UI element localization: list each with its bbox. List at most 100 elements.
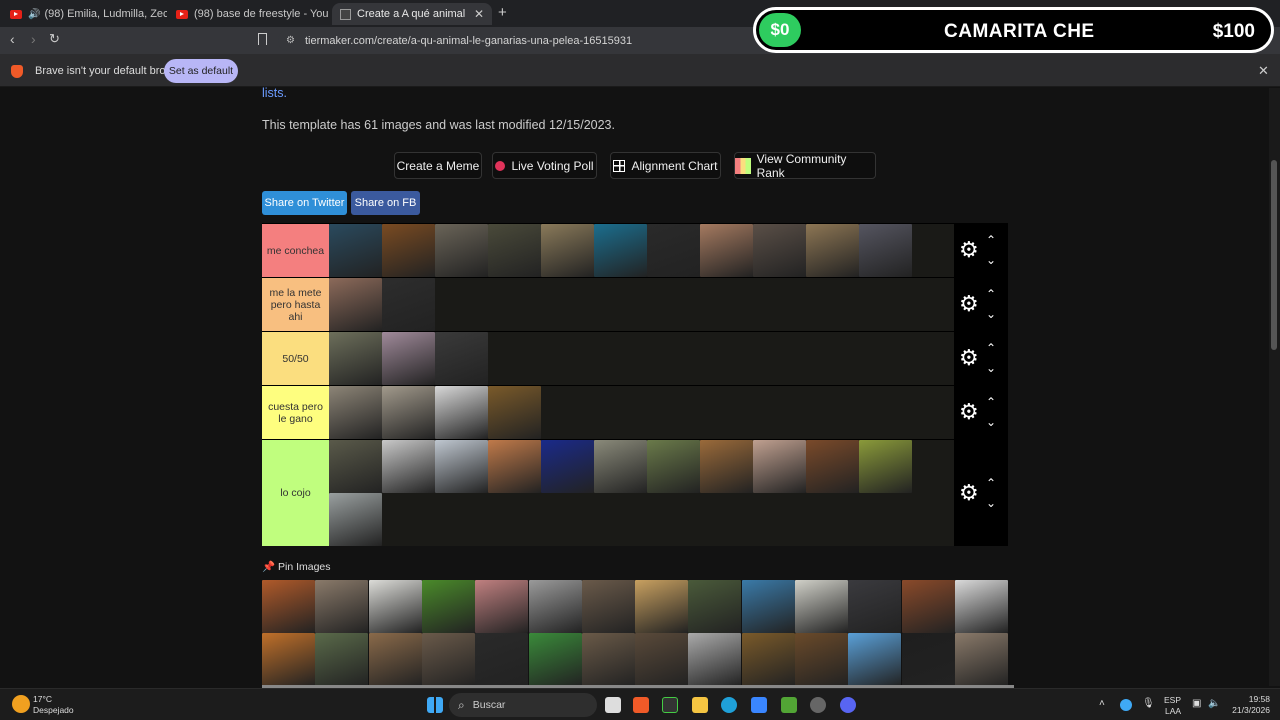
pool-tile-panda[interactable] <box>688 580 742 633</box>
pool-tile-lion[interactable] <box>741 633 795 686</box>
share-twitter-button[interactable]: Share on Twitter <box>262 191 347 215</box>
move-tier-up-icon[interactable]: ⌃ <box>986 477 996 489</box>
taskbar-search[interactable]: ⌕ Buscar <box>449 693 597 717</box>
animal-tile-crow[interactable] <box>435 332 488 385</box>
tab-youtube-1[interactable]: 🔊 (98) Emilia, Ludmilla, Zecca - No... <box>2 3 167 25</box>
scrollbar-thumb[interactable] <box>1271 160 1277 350</box>
site-info-icon[interactable]: ⚙ <box>286 35 295 46</box>
pool-tile-lions[interactable] <box>368 633 422 686</box>
pool-tile-crocodile[interactable] <box>315 633 369 686</box>
animal-tile-squirrel[interactable] <box>700 440 753 493</box>
tier-settings-icon[interactable]: ⚙ <box>959 399 979 425</box>
move-tier-down-icon[interactable]: ⌄ <box>986 362 996 374</box>
network-icon[interactable]: ▣ <box>1192 699 1201 709</box>
pool-tile-horse[interactable] <box>901 580 955 633</box>
animal-tile-elephant[interactable] <box>435 224 488 277</box>
edge-icon[interactable] <box>721 697 737 713</box>
tray-chevron-icon[interactable]: ˄ <box>1099 699 1105 709</box>
animal-tile-chameleon[interactable] <box>859 440 912 493</box>
pool-tile-owl[interactable] <box>581 580 635 633</box>
pool-tile-bison[interactable] <box>795 633 848 686</box>
pool-tile-zebra[interactable] <box>528 580 582 633</box>
animal-tile-rhino[interactable] <box>859 224 912 277</box>
tier-label[interactable]: cuesta pero le gano <box>262 386 329 439</box>
animal-tile-black-animal[interactable] <box>382 278 435 331</box>
animal-tile-penguin[interactable] <box>435 440 488 493</box>
clock-date[interactable]: 21/3/2026 <box>1222 705 1270 715</box>
animal-tile-kangaroo[interactable] <box>541 224 594 277</box>
tier-settings-icon[interactable]: ⚙ <box>959 237 979 263</box>
move-tier-down-icon[interactable]: ⌄ <box>986 497 996 509</box>
mic-icon[interactable]: 🎙 <box>1142 699 1155 709</box>
tier-label[interactable]: lo cojo <box>262 440 329 546</box>
pool-tile-polar-bear[interactable] <box>368 580 422 633</box>
tier-label[interactable]: 50/50 <box>262 332 329 385</box>
tier-settings-icon[interactable]: ⚙ <box>959 345 979 371</box>
tab-tiermaker[interactable]: Create a A qué animal le ganaria... ✕ <box>332 3 492 25</box>
reload-icon[interactable]: ↻ <box>49 31 60 47</box>
close-notice-icon[interactable]: ✕ <box>1258 63 1269 79</box>
move-tier-down-icon[interactable]: ⌄ <box>986 308 996 320</box>
minecraft-icon[interactable] <box>781 697 797 713</box>
animal-tile-ostrich[interactable] <box>382 332 435 385</box>
task-view-icon[interactable] <box>605 697 621 713</box>
set-default-button[interactable]: Set as default <box>164 59 238 83</box>
animal-tile-snake[interactable] <box>329 386 382 439</box>
volume-icon[interactable]: 🔈 <box>1208 699 1220 709</box>
close-tab-icon[interactable]: ✕ <box>474 7 484 21</box>
brave-taskbar-icon[interactable] <box>633 697 649 713</box>
terminal-icon[interactable] <box>662 697 678 713</box>
tier-settings-icon[interactable]: ⚙ <box>959 291 979 317</box>
pool-tile-cougar[interactable] <box>954 633 1008 686</box>
share-fb-button[interactable]: Share on FB <box>351 191 420 215</box>
pool-tile-panther[interactable] <box>901 633 955 686</box>
animal-tile-shark-whale[interactable] <box>329 224 382 277</box>
animal-tile-armadillo[interactable] <box>753 440 806 493</box>
pool-tile-frog[interactable] <box>528 633 582 686</box>
pool-tile-giraffe[interactable] <box>635 580 689 633</box>
animal-tile-sloth[interactable] <box>329 440 382 493</box>
view-community-rank-button[interactable]: View Community Rank <box>734 152 876 180</box>
animal-tile-hippo[interactable] <box>753 224 806 277</box>
animal-tile-koala[interactable] <box>329 493 382 546</box>
pool-tile-flamingo[interactable] <box>475 580 529 633</box>
pool-tile-dolphin[interactable] <box>741 580 795 633</box>
lang-code[interactable]: ESP <box>1164 695 1181 705</box>
animal-tile-tortoise[interactable] <box>647 440 700 493</box>
tier-label[interactable]: me la mete pero hasta ahi <box>262 278 329 331</box>
animal-tile-meerkat[interactable] <box>488 440 541 493</box>
move-tier-up-icon[interactable]: ⌃ <box>986 342 996 354</box>
pool-tile-eagle[interactable] <box>954 580 1008 633</box>
pool-tile-tarantula[interactable] <box>635 633 689 686</box>
animal-tile-buffalo[interactable] <box>488 224 541 277</box>
animal-tile-gorilla[interactable] <box>647 224 700 277</box>
animal-tile-emu[interactable] <box>329 332 382 385</box>
lists-link[interactable]: lists. <box>262 86 287 100</box>
pool-tile-tiger[interactable] <box>262 633 315 686</box>
pool-tile-bird[interactable] <box>688 633 742 686</box>
pool-tile-seal[interactable] <box>315 580 369 633</box>
alignment-chart-button[interactable]: Alignment Chart <box>610 152 721 179</box>
pool-tile-orangutan[interactable] <box>262 580 315 633</box>
pool-tile-parrot[interactable] <box>421 580 475 633</box>
pool-tile-porcupine[interactable] <box>421 633 475 686</box>
animal-tile-pitbull[interactable] <box>700 224 753 277</box>
pool-tile-capybara[interactable] <box>581 633 635 686</box>
animal-tile-cow[interactable] <box>435 386 488 439</box>
discord-icon[interactable] <box>840 697 856 713</box>
live-voting-poll-button[interactable]: Live Voting Poll <box>492 152 597 179</box>
forward-icon[interactable]: › <box>31 31 36 47</box>
animal-tile-fox[interactable] <box>806 440 859 493</box>
animal-tile-anteater[interactable] <box>594 440 647 493</box>
windows-start-icon[interactable] <box>427 697 443 713</box>
pool-tile-toucan[interactable] <box>475 633 529 686</box>
pool-tile-rabbit[interactable] <box>795 580 848 633</box>
store-icon[interactable] <box>751 697 767 713</box>
animal-tile-deer[interactable] <box>488 386 541 439</box>
new-tab-icon[interactable]: + <box>498 4 507 21</box>
tier-settings-icon[interactable]: ⚙ <box>959 480 979 506</box>
create-meme-button[interactable]: Create a Meme <box>394 152 482 179</box>
weather-icon[interactable] <box>12 695 30 713</box>
animal-tile-walrus[interactable] <box>329 278 382 331</box>
tab-youtube-2[interactable]: (98) base de freestyle - YouTube <box>168 3 328 25</box>
